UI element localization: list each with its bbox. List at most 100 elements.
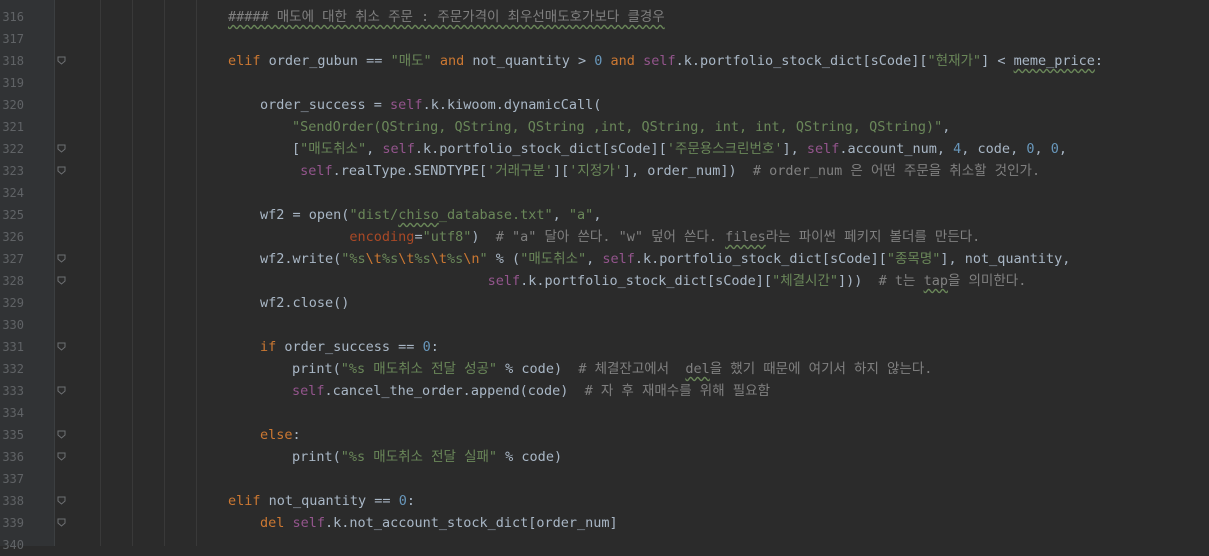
line-number: 322 [2, 142, 24, 156]
code-line[interactable]: 322 ["매도취소", self.k.portfolio_stock_dict[… [0, 138, 1209, 160]
fold-marker-icon[interactable] [57, 276, 66, 285]
code-line[interactable]: 333 self.cancel_the_order.append(code) # … [0, 380, 1209, 402]
code-text[interactable]: ["매도취소", self.k.portfolio_stock_dict[sCo… [292, 138, 1067, 160]
code-text[interactable]: print("%s 매도취소 전달 성공" % code) # 체결잔고에서 d… [292, 358, 932, 380]
code-text[interactable]: wf2.write("%s\t%s\t%s\t%s\n" % ("매도취소", … [260, 248, 1070, 270]
line-number: 339 [2, 516, 24, 530]
line-number: 334 [2, 406, 24, 420]
line-number: 327 [2, 252, 24, 266]
code-line[interactable]: 329 wf2.close() [0, 292, 1209, 314]
code-line[interactable]: 316 ##### 매도에 대한 취소 주문 : 주문가격이 최우선매도호가보다 … [0, 6, 1209, 28]
code-line[interactable]: 334 [0, 402, 1209, 424]
code-line[interactable]: 328 self.k.portfolio_stock_dict[sCode]["… [0, 270, 1209, 292]
code-text[interactable]: encoding="utf8") # "a" 달아 쓴다. "w" 덮어 쓴다.… [260, 226, 980, 248]
code-token: "%s 매도취소 전달 성공" [340, 361, 498, 377]
code-token: '주문용스크린번호' [666, 141, 783, 157]
code-line[interactable]: 339 del self.k.not_account_stock_dict[ord… [0, 512, 1209, 534]
code-line[interactable]: 317 [0, 28, 1209, 50]
code-token: "매도" [390, 53, 432, 69]
code-token: : [1094, 53, 1103, 69]
code-line[interactable]: 335 else: [0, 424, 1209, 446]
code-token: %s [447, 251, 464, 267]
fold-marker-icon[interactable] [57, 452, 66, 461]
fold-marker-icon[interactable] [57, 56, 66, 65]
code-line[interactable]: 327 wf2.write("%s\t%s\t%s\t%s\n" % ("매도취소… [0, 248, 1209, 270]
code-line[interactable]: 324 [0, 182, 1209, 204]
fold-marker-icon[interactable] [57, 144, 66, 153]
code-line[interactable]: 330 [0, 314, 1209, 336]
code-token: order_success = [260, 97, 391, 113]
code-line[interactable]: 320 order_success = self.k.kiwoom.dynamic… [0, 94, 1209, 116]
code-text[interactable]: else: [260, 424, 301, 446]
code-text[interactable]: wf2.close() [260, 292, 349, 314]
code-line[interactable]: 338 elif not_quantity == 0: [0, 490, 1209, 512]
code-token: ] < [981, 53, 1014, 69]
code-token: self [292, 383, 325, 399]
code-token: \t [430, 251, 447, 267]
code-editor[interactable]: 316 ##### 매도에 대한 취소 주문 : 주문가격이 최우선매도호가보다 … [0, 0, 1209, 552]
fold-marker-icon[interactable] [57, 518, 66, 527]
code-token: , [552, 207, 569, 223]
line-number: 335 [2, 428, 24, 442]
code-line[interactable]: 321 "SendOrder(QString, QString, QString … [0, 116, 1209, 138]
fold-marker-icon[interactable] [57, 254, 66, 263]
fold-marker-icon[interactable] [57, 386, 66, 395]
code-text[interactable]: elif order_gubun == "매도" and not_quantit… [228, 50, 1103, 72]
code-token: wf2.close() [260, 295, 350, 311]
code-token: "dist/ [349, 207, 399, 223]
code-text[interactable]: order_success = self.k.kiwoom.dynamicCal… [260, 94, 601, 116]
code-text[interactable]: ##### 매도에 대한 취소 주문 : 주문가격이 최우선매도호가보다 클경우 [228, 6, 665, 28]
code-line[interactable]: 337 [0, 468, 1209, 490]
fold-marker-icon[interactable] [57, 166, 66, 175]
code-line[interactable]: 331 if order_success == 0: [0, 336, 1209, 358]
code-token: # t는 [878, 273, 924, 289]
code-line[interactable]: 326 encoding="utf8") # "a" 달아 쓴다. "w" 덮어… [0, 226, 1209, 248]
code-text[interactable]: wf2 = open("dist/chiso_database.txt", "a… [260, 204, 601, 226]
code-token: del [685, 361, 710, 377]
fold-marker-icon[interactable] [57, 430, 66, 439]
code-text[interactable]: if order_success == 0: [260, 336, 439, 358]
code-line[interactable]: 318 elif order_gubun == "매도" and not_quan… [0, 50, 1209, 72]
code-token: .account_num, [839, 141, 954, 157]
code-token: elif [228, 53, 261, 69]
code-text[interactable]: print("%s 매도취소 전달 실패" % code) [292, 446, 562, 468]
line-number: 336 [2, 450, 24, 464]
code-token: and [610, 53, 635, 69]
code-token: order_success == [276, 339, 423, 355]
line-number: 320 [2, 98, 24, 112]
code-text[interactable]: self.realType.SENDTYPE['거래구분']['지정가'], o… [292, 160, 1040, 182]
code-token: "%s 매도취소 전달 실패" [340, 449, 498, 465]
code-token: ])) [838, 273, 879, 289]
code-token: " [479, 251, 488, 267]
code-token: , [593, 207, 602, 223]
code-line[interactable]: 340 [0, 534, 1209, 556]
code-token: ], [782, 141, 807, 157]
code-token: , [1058, 141, 1068, 157]
line-number: 326 [2, 230, 24, 244]
code-token: ][ [553, 163, 570, 179]
code-token: \t [365, 251, 382, 267]
code-line[interactable]: 332 print("%s 매도취소 전달 성공" % code) # 체결잔고에… [0, 358, 1209, 380]
code-token: "%s [341, 251, 366, 267]
fold-marker-icon[interactable] [57, 342, 66, 351]
code-line[interactable]: 323 self.realType.SENDTYPE['거래구분']['지정가'… [0, 160, 1209, 182]
line-number: 332 [2, 362, 24, 376]
line-number: 321 [2, 120, 24, 134]
code-token: .k.portfolio_stock_dict[sCode][ [520, 273, 773, 289]
code-text[interactable]: self.cancel_the_order.append(code) # 자 후… [292, 380, 770, 402]
code-line[interactable]: 319 [0, 72, 1209, 94]
code-line[interactable]: 336 print("%s 매도취소 전달 실패" % code) [0, 446, 1209, 468]
code-token: tap [923, 273, 948, 289]
code-token: : [406, 493, 415, 509]
code-text[interactable]: elif not_quantity == 0: [228, 490, 415, 512]
fold-marker-icon[interactable] [57, 496, 66, 505]
code-text[interactable]: del self.k.not_account_stock_dict[order_… [260, 512, 618, 534]
code-token: % ( [487, 251, 521, 267]
code-token: self [390, 97, 423, 113]
code-token: : [430, 339, 439, 355]
code-text[interactable]: "SendOrder(QString, QString, QString ,in… [292, 116, 950, 138]
code-token: and [439, 53, 465, 69]
code-line[interactable]: 325 wf2 = open("dist/chiso_database.txt",… [0, 204, 1209, 226]
code-text[interactable]: self.k.portfolio_stock_dict[sCode]["체결시간… [260, 270, 1027, 292]
